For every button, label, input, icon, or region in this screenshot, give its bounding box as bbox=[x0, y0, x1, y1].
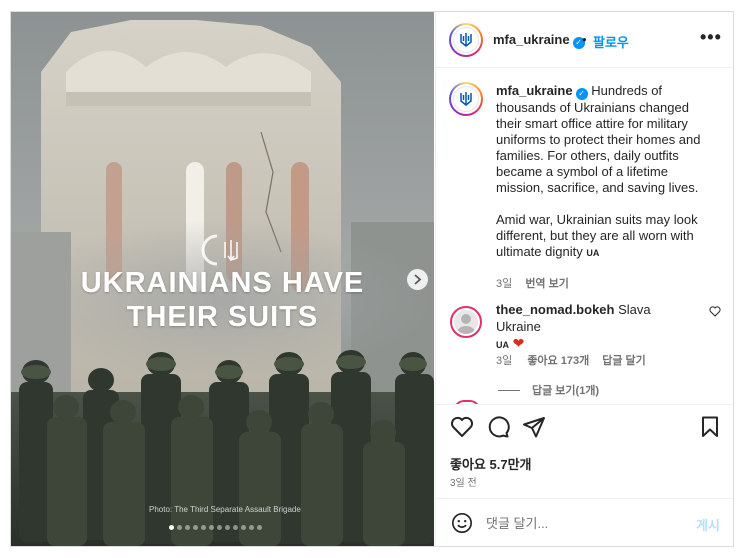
carousel-dot bbox=[249, 525, 254, 530]
comment-composer: 게시 bbox=[436, 498, 733, 546]
carousel-next-button[interactable] bbox=[407, 269, 428, 290]
caption-paragraph-1: Hundreds of thousands of Ukrainians chan… bbox=[496, 83, 701, 195]
header-username-text[interactable]: mfa_ukraine bbox=[493, 32, 570, 47]
carousel-dot bbox=[209, 525, 214, 530]
like-count[interactable]: 좋아요 5.7만개 bbox=[450, 454, 531, 473]
caption-time[interactable]: 3일 bbox=[496, 278, 512, 290]
post-header: mfa_ukraine ✓ • 팔로우 ••• bbox=[436, 12, 733, 68]
header-username[interactable]: mfa_ukraine ✓ bbox=[493, 32, 585, 49]
comment-time[interactable]: 3일 bbox=[496, 355, 512, 367]
trident-icon bbox=[460, 92, 472, 106]
comment-username[interactable]: thee_nomad.bokeh bbox=[496, 302, 614, 317]
post-side-panel: mfa_ukraine ✓ • 팔로우 ••• mfa_ukraine ✓ Hund… bbox=[435, 12, 733, 546]
carousel-indicator bbox=[169, 525, 262, 530]
post-caption: mfa_ukraine ✓ Hundreds of thousands of Uk… bbox=[496, 83, 716, 261]
trident-icon bbox=[460, 33, 472, 47]
comment-flag: UA bbox=[496, 340, 509, 350]
chevron-right-icon bbox=[414, 274, 422, 285]
headline-line-2: THEIR SUITS bbox=[126, 301, 319, 333]
more-options-icon: ••• bbox=[700, 27, 722, 47]
separator-dot: • bbox=[582, 32, 587, 47]
carousel-dot bbox=[225, 525, 230, 530]
caption-meta: 3일 번역 보기 bbox=[496, 275, 569, 291]
photo-credit: Photo: The Third Separate Assault Brigad… bbox=[149, 505, 301, 514]
carousel-dot bbox=[241, 525, 246, 530]
carousel-dot bbox=[201, 525, 206, 530]
carousel-dot bbox=[169, 525, 174, 530]
replies-divider bbox=[498, 390, 520, 391]
caption-avatar[interactable] bbox=[449, 82, 483, 116]
comment-likes[interactable]: 좋아요 173개 bbox=[527, 355, 589, 367]
carousel-dot bbox=[233, 525, 238, 530]
bookmark-icon[interactable] bbox=[698, 415, 722, 439]
carousel-dot bbox=[217, 525, 222, 530]
follow-button[interactable]: 팔로우 bbox=[593, 32, 629, 51]
carousel-dot bbox=[177, 525, 182, 530]
post-media[interactable]: UKRAINIANS HAVE THEIR SUITS Photo: The T… bbox=[11, 12, 434, 546]
comments-section[interactable]: mfa_ukraine ✓ Hundreds of thousands of Uk… bbox=[436, 69, 733, 404]
carousel-dot bbox=[193, 525, 198, 530]
smiley-icon[interactable] bbox=[451, 512, 473, 534]
post-date[interactable]: 3일 전 bbox=[450, 474, 477, 489]
headline-line-1: UKRAINIANS HAVE bbox=[80, 267, 365, 299]
post-actions: 좋아요 5.7만개 3일 전 bbox=[436, 404, 733, 498]
avatar[interactable] bbox=[449, 23, 483, 57]
more-options-button[interactable]: ••• bbox=[700, 27, 722, 48]
carousel-dot bbox=[185, 525, 190, 530]
caption-flag: UA bbox=[586, 248, 600, 258]
default-user-icon bbox=[457, 314, 475, 334]
heart-icon[interactable] bbox=[450, 415, 474, 439]
reply-link[interactable]: 답글 달기 bbox=[602, 355, 646, 367]
post-dialog: UKRAINIANS HAVE THEIR SUITS Photo: The T… bbox=[10, 11, 734, 547]
commenter-avatar[interactable] bbox=[450, 306, 482, 338]
paper-plane-icon[interactable] bbox=[522, 415, 546, 439]
post-comment-button[interactable]: 게시 bbox=[696, 515, 720, 534]
view-replies-text[interactable]: 답글 보기(1개) bbox=[532, 385, 599, 397]
verified-badge-icon: ✓ bbox=[575, 88, 588, 100]
heart-icon bbox=[709, 306, 721, 317]
comment-like-button[interactable] bbox=[709, 306, 721, 320]
caption-username[interactable]: mfa_ukraine bbox=[496, 83, 573, 98]
translate-link[interactable]: 번역 보기 bbox=[525, 278, 569, 290]
comment-input[interactable] bbox=[486, 513, 676, 533]
comment-meta: 3일 좋아요 173개 답글 달기 bbox=[496, 352, 646, 368]
view-replies-link[interactable]: 답글 보기(1개) bbox=[498, 382, 599, 398]
red-heart-emoji: ❤ bbox=[512, 335, 525, 351]
comment-bubble-icon[interactable] bbox=[486, 415, 510, 439]
carousel-dot bbox=[257, 525, 262, 530]
comment-body: thee_nomad.bokeh Slava Ukraine UA ❤ bbox=[496, 301, 696, 354]
